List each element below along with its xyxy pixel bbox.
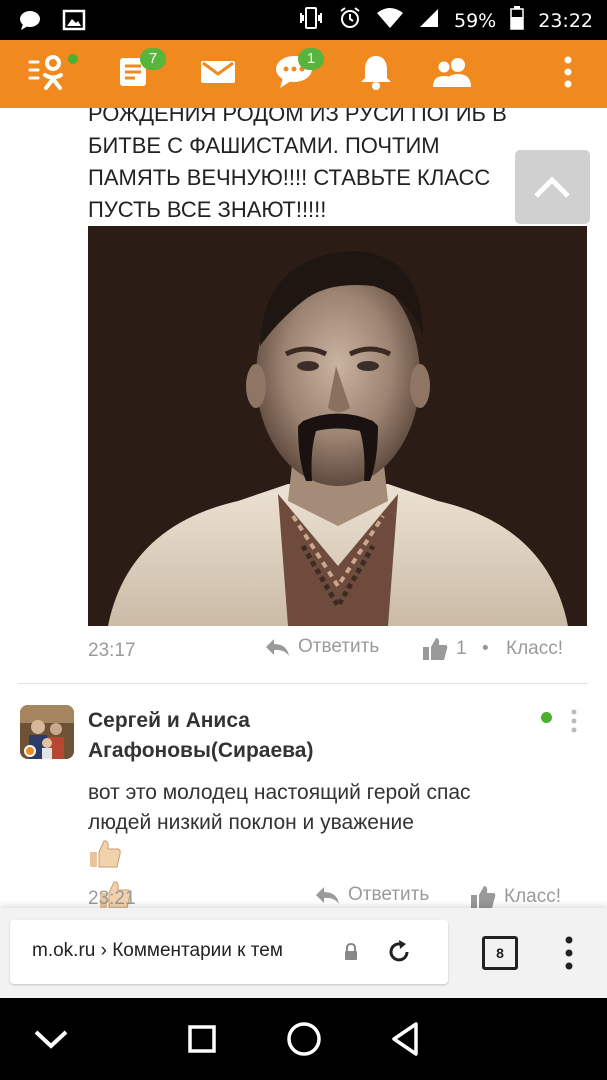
alarm-icon xyxy=(338,6,362,35)
comment-meta: 23:21 Ответить Класс! xyxy=(88,884,578,908)
reply-arrow-icon xyxy=(316,887,339,904)
post-like-count-button[interactable]: 1 xyxy=(422,636,467,662)
friends-icon xyxy=(431,56,473,93)
reload-icon xyxy=(389,940,409,962)
back-triangle-icon xyxy=(392,1022,418,1056)
wifi-icon xyxy=(376,7,404,34)
ok-logo-icon xyxy=(26,50,70,99)
post-reply-button[interactable]: Ответить xyxy=(264,636,379,658)
comment-author[interactable]: Сергей и Аниса Агафоновы(Сираева) xyxy=(88,706,313,766)
chevron-up-icon xyxy=(534,176,570,198)
vibrate-icon xyxy=(298,6,324,35)
meta-separator: • xyxy=(482,638,489,659)
scroll-to-top-button[interactable] xyxy=(515,150,590,224)
chat-bubble-icon xyxy=(18,8,42,37)
author-name-line1: Сергей и Аниса xyxy=(88,709,250,732)
back-chevron-icon xyxy=(34,1030,68,1049)
comment-like-label: Класс! xyxy=(504,886,561,907)
comment-reply-label: Ответить xyxy=(348,884,430,905)
post-time: 23:17 xyxy=(88,640,136,661)
feed-button[interactable]: 7 xyxy=(106,40,166,108)
comment-like-button[interactable]: Класс! xyxy=(470,884,561,908)
comment-text-line: людей низкий поклон и уважение xyxy=(88,811,414,834)
friends-button[interactable] xyxy=(422,40,482,108)
more-vertical-icon xyxy=(564,56,572,93)
portrait-image xyxy=(88,226,587,626)
messages-badge: 1 xyxy=(298,48,324,70)
more-vertical-icon xyxy=(565,936,573,970)
messages-button[interactable]: 1 xyxy=(264,40,324,108)
post-text-line: БИТВЕ С ФАШИСТАМИ. ПОЧТИМ xyxy=(88,133,440,158)
notifications-bell-icon xyxy=(359,54,393,95)
post-text-line: ПАМЯТЬ ВЕЧНУЮ!!!! СТАВЬТЕ КЛАСС xyxy=(88,165,491,190)
comment-time: 23:21 xyxy=(88,888,136,908)
author-online-dot xyxy=(541,712,552,723)
app-header: 7 1 xyxy=(0,40,607,108)
image-icon xyxy=(62,8,86,37)
lock-icon xyxy=(343,942,359,967)
comment-more-button[interactable] xyxy=(569,709,579,733)
recents-square-icon xyxy=(188,1025,216,1053)
system-navigation-bar xyxy=(0,998,607,1080)
url-text: m.ok.ru › Комментарии к тем xyxy=(32,940,283,961)
battery-icon xyxy=(510,6,524,35)
url-bar[interactable]: m.ok.ru › Комментарии к тем xyxy=(10,920,448,984)
author-name-line2: Агафоновы(Сираева) xyxy=(88,739,314,762)
comments-feed[interactable]: РОЖДЕНИЯ РОДОМ ИЗ РУСИ ПОГИБ В БИТВЕ С Ф… xyxy=(0,108,607,908)
post-photo[interactable] xyxy=(88,226,587,626)
nav-hide-keyboard-button[interactable] xyxy=(30,1024,72,1059)
notifications-button[interactable] xyxy=(346,40,406,108)
reload-button[interactable] xyxy=(386,938,412,971)
more-menu-button[interactable] xyxy=(538,40,598,108)
nav-recents-button[interactable] xyxy=(187,1024,217,1059)
ok-logo-button[interactable] xyxy=(18,40,80,108)
feed-badge: 7 xyxy=(140,48,166,70)
tab-switcher-button[interactable]: 8 xyxy=(482,936,518,970)
mail-icon xyxy=(200,58,236,91)
signal-icon xyxy=(418,7,440,34)
browser-menu-button[interactable] xyxy=(564,936,574,975)
battery-percent: 59% xyxy=(454,9,497,32)
comment-text-line: вот это молодец настоящий герой спас xyxy=(88,781,471,804)
thumbs-up-emoji-icon xyxy=(88,838,588,879)
status-bar: 59% 23:22 xyxy=(0,0,607,40)
thumbs-up-icon xyxy=(471,886,496,908)
post-text-line: ПУСТЬ ВСЕ ЗНАЮТ!!!!! xyxy=(88,197,327,222)
post-like-count: 1 xyxy=(456,638,467,659)
home-circle-icon xyxy=(287,1022,321,1056)
post-text-line: РОЖДЕНИЯ РОДОМ ИЗ РУСИ ПОГИБ В xyxy=(88,108,507,126)
post-like-button[interactable]: Класс! xyxy=(506,638,563,660)
reply-arrow-icon xyxy=(266,639,289,656)
browser-toolbar: m.ok.ru › Комментарии к тем 8 xyxy=(0,908,607,998)
post-meta: 23:17 Ответить 1 • Класс! xyxy=(88,636,578,666)
more-vertical-icon xyxy=(571,709,577,733)
online-status-dot xyxy=(66,52,80,66)
nav-home-button[interactable] xyxy=(285,1020,323,1063)
comment-divider xyxy=(18,683,588,684)
nav-back-button[interactable] xyxy=(388,1020,422,1063)
clock: 23:22 xyxy=(538,9,593,32)
post-text: РОЖДЕНИЯ РОДОМ ИЗ РУСИ ПОГИБ В БИТВЕ С Ф… xyxy=(88,108,548,226)
comment-reply-button[interactable]: Ответить xyxy=(314,884,429,906)
avatar-status-dot xyxy=(24,745,36,757)
post-reply-label: Ответить xyxy=(298,636,380,657)
mail-button[interactable] xyxy=(188,40,248,108)
thumbs-up-icon xyxy=(423,638,448,660)
